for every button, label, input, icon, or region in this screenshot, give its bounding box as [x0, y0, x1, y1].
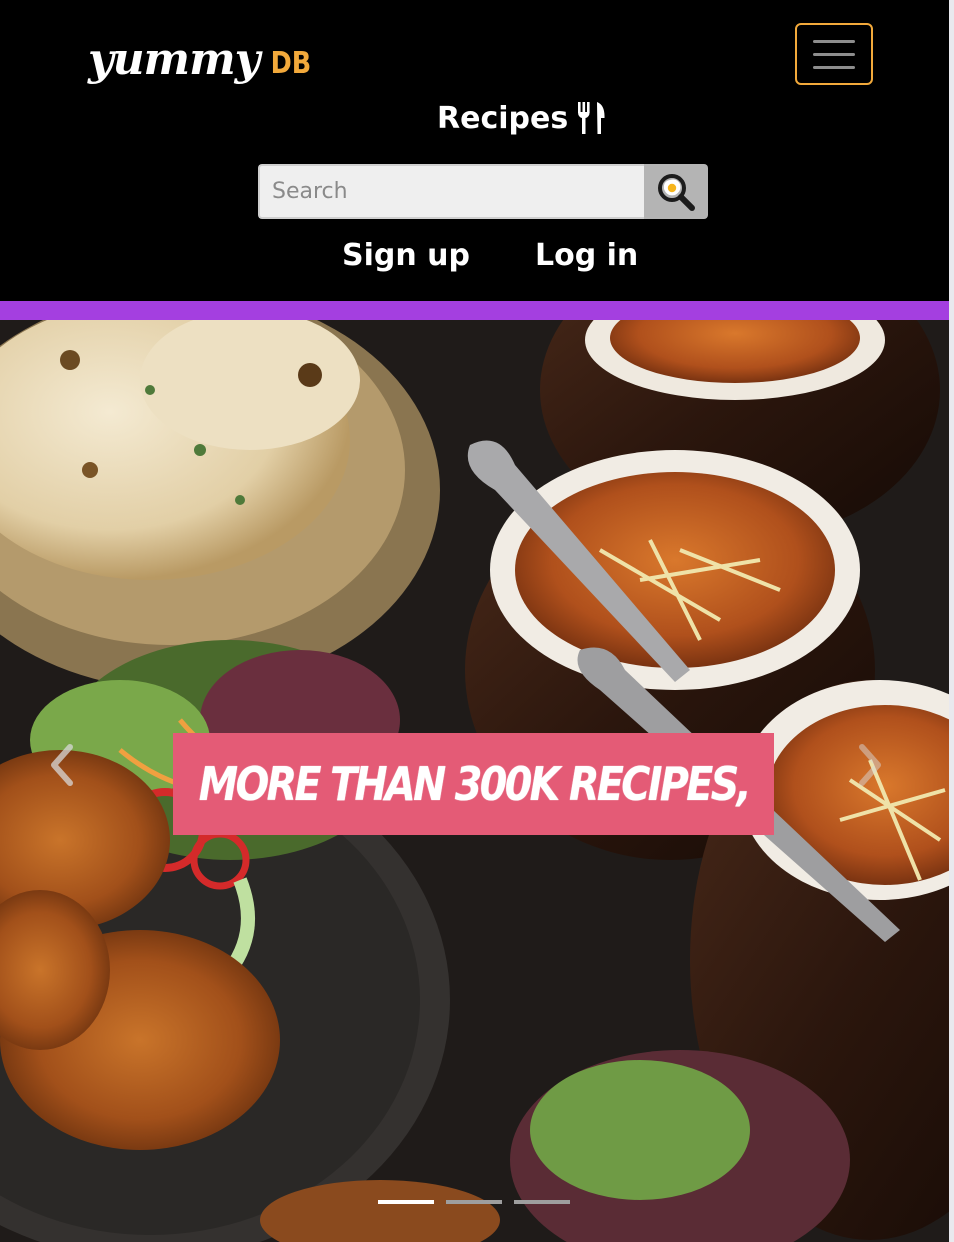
carousel-indicator-2[interactable] — [446, 1200, 502, 1204]
carousel-caption-text: MORE THAN 300K RECIPES, — [198, 757, 751, 811]
fork-knife-icon — [578, 102, 605, 134]
recipes-label: Recipes — [437, 100, 569, 136]
search-input[interactable] — [258, 164, 644, 219]
carousel-caption: MORE THAN 300K RECIPES, — [173, 733, 774, 835]
header-divider — [0, 301, 949, 320]
menu-toggle-button[interactable] — [795, 23, 873, 85]
hamburger-icon-line — [813, 65, 855, 69]
hamburger-icon-line — [813, 52, 855, 56]
window-edge — [949, 0, 954, 1242]
logo-main-text: yummy — [88, 34, 260, 85]
carousel-indicator-1[interactable] — [378, 1200, 434, 1204]
login-link[interactable]: Log in — [535, 238, 638, 273]
chevron-right-icon — [859, 744, 881, 786]
navbar: yummy DB Recipes Sign up Log in — [0, 0, 949, 301]
hamburger-icon — [813, 39, 855, 43]
signup-link[interactable]: Sign up — [342, 238, 470, 273]
search-bar — [258, 164, 708, 219]
carousel-indicators — [378, 1200, 570, 1204]
chevron-left-icon — [51, 744, 73, 786]
recipes-link[interactable]: Recipes — [437, 100, 606, 136]
hero-carousel: MORE THAN 300K RECIPES, — [0, 320, 949, 1242]
logo[interactable]: yummy DB — [88, 34, 315, 86]
carousel-next-button[interactable] — [858, 743, 898, 803]
logo-accent-text: DB — [270, 46, 312, 81]
search-egg-icon — [658, 173, 695, 211]
search-button[interactable] — [644, 164, 708, 219]
carousel-prev-button[interactable] — [48, 743, 88, 803]
carousel-indicator-3[interactable] — [514, 1200, 570, 1204]
